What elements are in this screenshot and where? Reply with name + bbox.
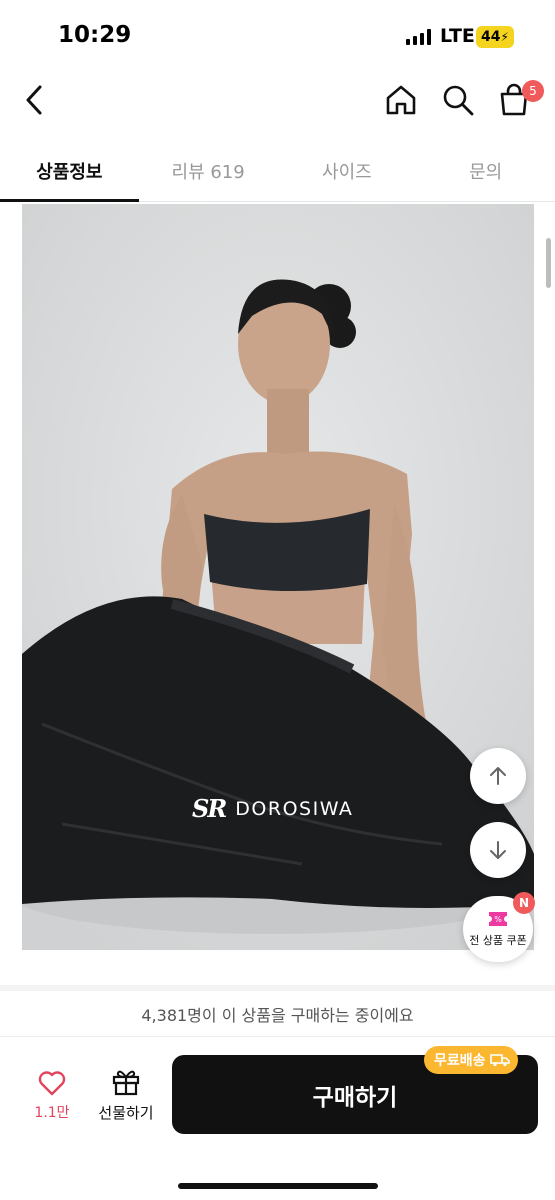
truck-icon <box>489 1054 510 1067</box>
arrow-down-icon <box>490 841 506 859</box>
status-time: 10:29 <box>58 22 132 48</box>
search-icon <box>443 85 474 116</box>
top-nav <box>0 72 555 134</box>
gift-label: 선물하기 <box>98 1104 154 1122</box>
back-button[interactable] <box>12 78 56 122</box>
battery-level: 44 <box>481 29 501 45</box>
battery-icon: 44 ⚡ <box>476 26 514 48</box>
tab-size[interactable]: 사이즈 <box>278 140 417 201</box>
status-bar: 10:29 LTE 44 ⚡ <box>0 0 555 72</box>
like-count: 1.1만 <box>34 1105 70 1121</box>
chevron-left-icon <box>26 85 42 115</box>
model-photo <box>22 204 534 950</box>
purchase-activity-text: 4,381명이 이 상품을 구매하는 중이에요 <box>0 991 555 1037</box>
coupon-icon: % <box>489 912 507 926</box>
tab-inquiry[interactable]: 문의 <box>416 140 555 201</box>
coupon-label: 전 상품 쿠폰 <box>469 934 527 947</box>
tab-product-info[interactable]: 상품정보 <box>0 140 139 202</box>
arrow-up-icon <box>490 767 506 785</box>
brand-name: DOROSIWA <box>235 797 354 820</box>
network-label: LTE <box>440 25 475 47</box>
cart-count-badge: 5 <box>522 80 544 102</box>
home-button[interactable] <box>379 78 423 122</box>
brand-mark: SR <box>192 794 227 823</box>
scrollbar[interactable] <box>546 238 551 288</box>
scroll-up-button[interactable] <box>470 748 526 804</box>
free-shipping-label: 무료배송 <box>434 1053 486 1069</box>
product-tabs: 상품정보 리뷰 619 사이즈 문의 <box>0 140 555 202</box>
search-button[interactable] <box>436 78 480 122</box>
svg-text:%: % <box>494 915 502 924</box>
brand-logo: SR DOROSIWA <box>192 794 353 823</box>
product-image: SR DOROSIWA <box>22 204 534 950</box>
scroll-down-button[interactable] <box>470 822 526 878</box>
signal-icon <box>406 29 431 45</box>
new-badge: N <box>513 892 535 914</box>
gift-icon <box>112 1070 140 1096</box>
free-shipping-badge: 무료배송 <box>424 1046 518 1074</box>
like-button[interactable]: 1.1만 <box>26 1070 78 1130</box>
heart-icon <box>38 1071 66 1096</box>
gift-button[interactable]: 선물하기 <box>90 1068 162 1128</box>
home-icon <box>386 85 416 115</box>
home-indicator <box>178 1183 378 1189</box>
tab-reviews[interactable]: 리뷰 619 <box>139 140 278 201</box>
